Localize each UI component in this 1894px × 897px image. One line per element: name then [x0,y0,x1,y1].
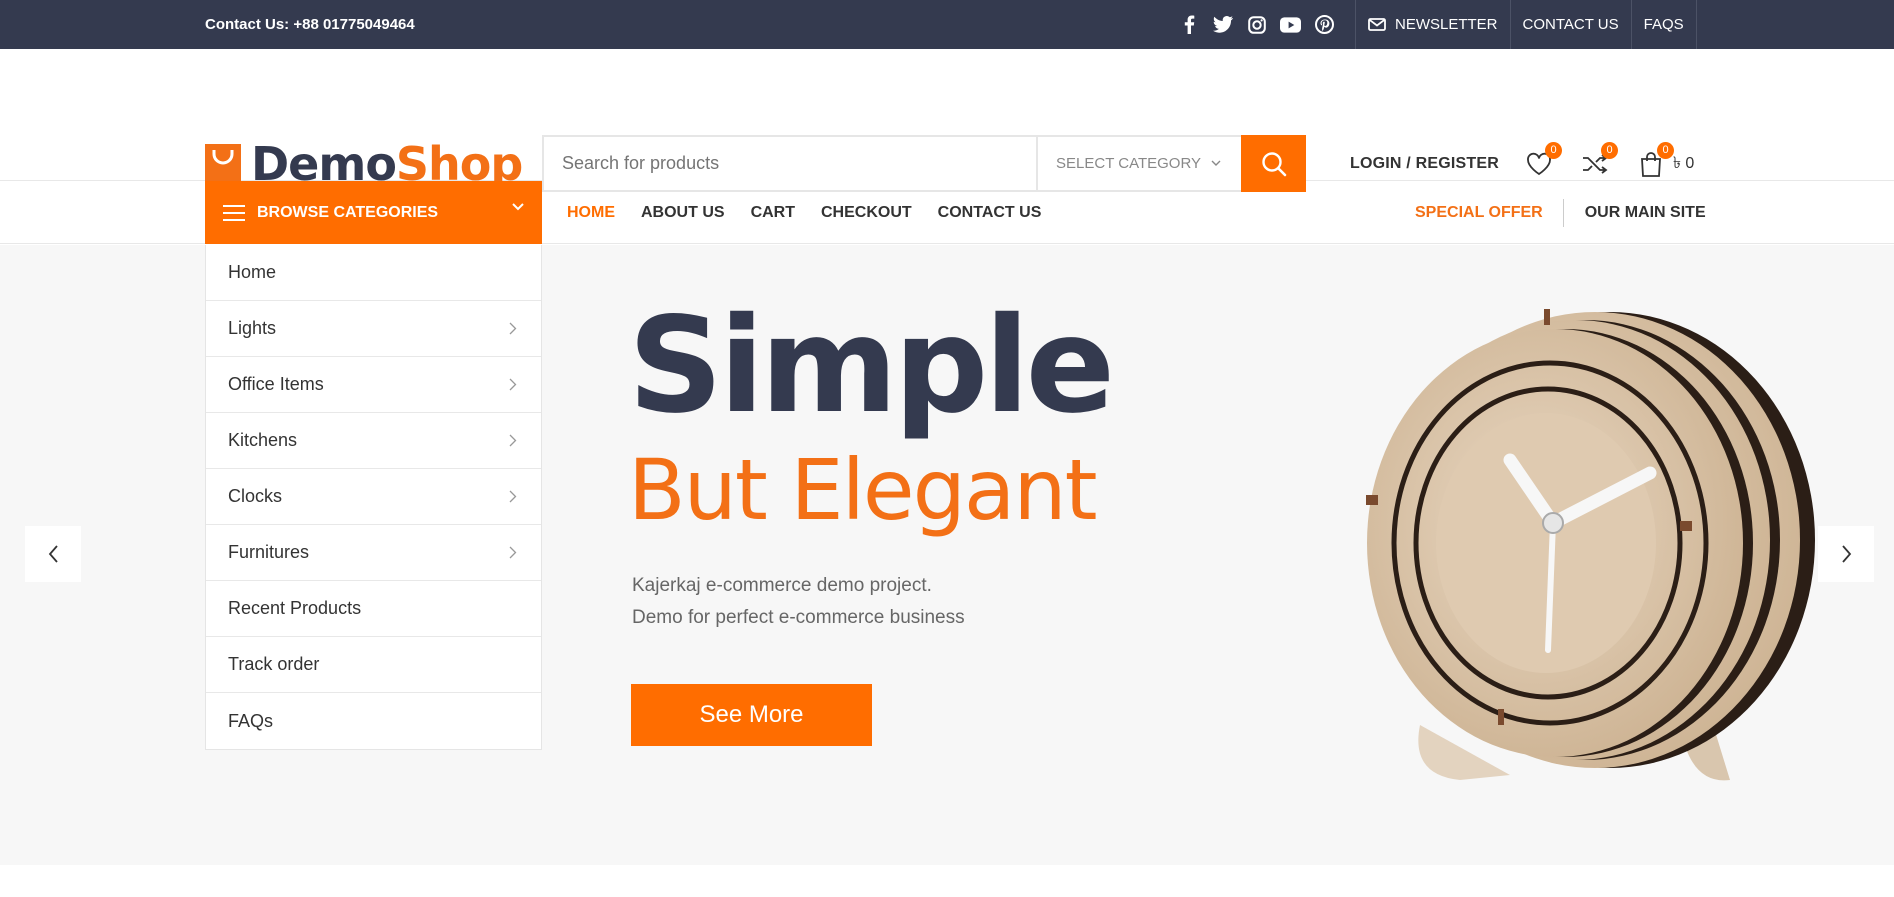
special-offer-link[interactable]: SPECIAL OFFER [1415,198,1564,227]
chevron-right-icon [509,434,517,447]
browse-categories-button[interactable]: BROWSE CATEGORIES [205,181,542,244]
hero-text: Simple But Elegant Kajerkaj e-commerce d… [628,289,1115,634]
envelope-icon [1368,18,1386,31]
chevron-right-icon [1841,545,1851,563]
wishlist-count-badge: 0 [1545,141,1562,159]
facebook-icon[interactable] [1178,14,1199,35]
search-icon [1261,151,1286,176]
category-item-home[interactable]: Home [206,245,541,301]
cart-button[interactable]: 0 [1637,141,1674,178]
primary-menu: HOME ABOUT US CART CHECKOUT CONTACT US [567,181,1041,244]
category-label: Track order [228,654,320,674]
hero-title: Simple [628,289,1115,443]
compare-count-badge: 0 [1601,141,1618,159]
category-label: Home [228,262,277,282]
category-menu: Home Lights Office Items Kitchens Clocks… [205,245,542,750]
menu-item-checkout[interactable]: CHECKOUT [821,204,912,222]
chevron-left-icon [48,545,58,563]
category-label: Furnitures [228,542,310,562]
category-item-faqs[interactable]: FAQs [206,693,541,749]
cart-count-badge: 0 [1657,141,1674,159]
contact-us-link[interactable]: CONTACT US [1509,0,1631,49]
chevron-right-icon [509,490,517,503]
chevron-right-icon [509,322,517,335]
newsletter-link[interactable]: NEWSLETTER [1355,0,1510,49]
category-label: Office Items [228,374,324,394]
menu-item-home[interactable]: HOME [567,204,615,222]
twitter-icon[interactable] [1212,14,1233,35]
contact-phone: Contact Us: +88 01775049464 [205,16,415,33]
chevron-right-icon [509,378,517,391]
category-item-recent-products[interactable]: Recent Products [206,581,541,637]
pinterest-icon[interactable] [1314,14,1335,35]
category-label: FAQs [228,710,274,731]
youtube-icon[interactable] [1280,14,1301,35]
wishlist-button[interactable]: 0 [1525,141,1562,178]
nav-secondary-links: SPECIAL OFFER OUR MAIN SITE [1415,181,1706,244]
menu-item-contact-us[interactable]: CONTACT US [938,204,1042,222]
chevron-right-icon [509,546,517,559]
category-label: Recent Products [228,598,362,618]
hero-subtitle: But Elegant [628,441,1098,539]
top-bar: Contact Us: +88 01775049464 NEWSLETTER C… [0,0,1894,49]
compare-button[interactable]: 0 [1581,141,1618,178]
login-register-link[interactable]: LOGIN / REGISTER [1350,155,1499,173]
menu-item-about-us[interactable]: ABOUT US [641,204,725,222]
top-links: NEWSLETTER CONTACT US FAQS [1355,0,1697,49]
hamburger-icon [223,204,245,221]
category-item-office-items[interactable]: Office Items [206,357,541,413]
hero-description: Kajerkaj e-commerce demo project. Demo f… [628,570,1111,634]
chevron-down-icon [512,203,524,211]
site-header: DemoShop SELECT CATEGORY LOGIN / REGISTE… [0,49,1894,192]
slider-prev-button[interactable] [25,526,81,582]
main-site-link[interactable]: OUR MAIN SITE [1564,204,1706,222]
cart-total: ৳ 0 [1673,155,1695,172]
category-label: Kitchens [228,430,298,450]
instagram-icon[interactable] [1246,14,1267,35]
newsletter-label: NEWSLETTER [1395,16,1498,33]
category-item-track-order[interactable]: Track order [206,637,541,693]
faqs-link[interactable]: FAQS [1630,0,1697,49]
hero-description-line: Kajerkaj e-commerce demo project. [632,575,932,596]
category-label: Lights [228,318,277,338]
wooden-clock-image [1366,309,1815,781]
main-nav: BROWSE CATEGORIES HOME ABOUT US CART CHE… [0,181,1894,244]
menu-item-cart[interactable]: CART [751,204,795,222]
category-item-clocks[interactable]: Clocks [206,469,541,525]
category-item-lights[interactable]: Lights [206,301,541,357]
see-more-button[interactable]: See More [631,684,872,746]
hero-description-line: Demo for perfect e-commerce business [632,607,965,628]
shopping-bag-logo-icon [205,144,241,184]
chevron-down-icon [1211,160,1221,166]
category-item-kitchens[interactable]: Kitchens [206,413,541,469]
browse-categories-label: BROWSE CATEGORIES [257,203,439,221]
social-links [1178,0,1335,49]
category-label: Clocks [228,486,283,506]
category-item-furnitures[interactable]: Furnitures [206,525,541,581]
category-select-label: SELECT CATEGORY [1056,155,1202,172]
